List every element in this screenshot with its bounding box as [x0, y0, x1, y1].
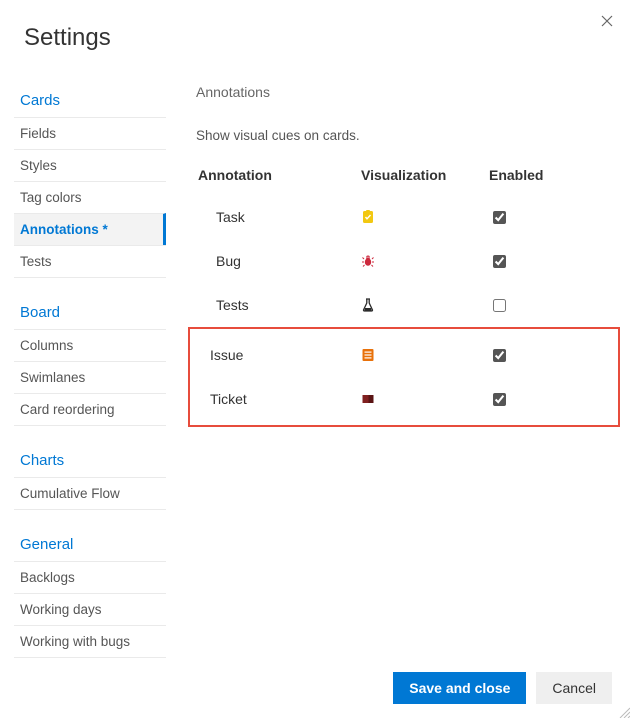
- visualization-cell: [361, 298, 489, 312]
- annotation-name: Bug: [196, 253, 361, 269]
- resize-grip-icon[interactable]: [618, 706, 630, 718]
- annotations-table: Annotation Visualization Enabled Task Bug…: [196, 161, 612, 427]
- section-title: Annotations: [196, 84, 612, 100]
- enabled-cell: [489, 296, 612, 315]
- enabled-cell: [489, 208, 612, 227]
- close-icon[interactable]: [598, 12, 616, 30]
- table-row: Bug: [196, 239, 612, 283]
- sidebar-item-card-reordering[interactable]: Card reordering: [14, 393, 166, 426]
- table-row: Tests: [196, 283, 612, 327]
- visualization-cell: [361, 254, 489, 268]
- task-icon: [361, 210, 375, 224]
- visualization-cell: [361, 348, 489, 362]
- bug-icon: [361, 254, 375, 268]
- annotation-name: Issue: [196, 347, 361, 363]
- enabled-cell: [489, 252, 612, 271]
- sidebar-section-head: Charts: [14, 444, 166, 477]
- enabled-checkbox[interactable]: [493, 299, 506, 312]
- sidebar-section-head: General: [14, 528, 166, 561]
- enabled-checkbox[interactable]: [493, 349, 506, 362]
- sidebar-item-cumulative-flow[interactable]: Cumulative Flow: [14, 477, 166, 510]
- sidebar-item-styles[interactable]: Styles: [14, 149, 166, 181]
- visualization-cell: [361, 392, 489, 406]
- list-icon: [361, 348, 375, 362]
- flask-icon: [361, 298, 375, 312]
- table-row: Ticket: [196, 377, 612, 421]
- table-header-row: Annotation Visualization Enabled: [196, 161, 612, 189]
- enabled-checkbox[interactable]: [493, 255, 506, 268]
- annotation-name: Tests: [196, 297, 361, 313]
- col-annotation: Annotation: [196, 167, 361, 183]
- main-panel: Annotations Show visual cues on cards. A…: [166, 84, 632, 658]
- table-row: Issue: [196, 333, 612, 377]
- enabled-cell: [489, 346, 612, 365]
- sidebar-item-tests[interactable]: Tests: [14, 245, 166, 278]
- ticket-icon: [361, 392, 375, 406]
- sidebar-item-fields[interactable]: Fields: [14, 117, 166, 149]
- sidebar-item-annotations[interactable]: Annotations *: [14, 213, 166, 245]
- page-title: Settings: [0, 0, 632, 84]
- enabled-checkbox[interactable]: [493, 211, 506, 224]
- sidebar-item-working-days[interactable]: Working days: [14, 593, 166, 625]
- section-description: Show visual cues on cards.: [196, 128, 612, 143]
- sidebar-item-tag-colors[interactable]: Tag colors: [14, 181, 166, 213]
- annotation-name: Task: [196, 209, 361, 225]
- col-enabled: Enabled: [489, 167, 612, 183]
- save-and-close-button[interactable]: Save and close: [393, 672, 526, 704]
- sidebar-section-head: Cards: [14, 84, 166, 117]
- visualization-cell: [361, 210, 489, 224]
- enabled-checkbox[interactable]: [493, 393, 506, 406]
- sidebar-item-columns[interactable]: Columns: [14, 329, 166, 361]
- dialog-footer: Save and close Cancel: [393, 672, 612, 704]
- sidebar: CardsFieldsStylesTag colorsAnnotations *…: [14, 84, 166, 658]
- table-row: Task: [196, 195, 612, 239]
- col-visualization: Visualization: [361, 167, 489, 183]
- sidebar-item-swimlanes[interactable]: Swimlanes: [14, 361, 166, 393]
- sidebar-item-backlogs[interactable]: Backlogs: [14, 561, 166, 593]
- highlight-box: Issue Ticket: [188, 327, 620, 427]
- cancel-button[interactable]: Cancel: [536, 672, 612, 704]
- sidebar-item-working-with-bugs[interactable]: Working with bugs: [14, 625, 166, 658]
- sidebar-section-head: Board: [14, 296, 166, 329]
- annotation-name: Ticket: [196, 391, 361, 407]
- enabled-cell: [489, 390, 612, 409]
